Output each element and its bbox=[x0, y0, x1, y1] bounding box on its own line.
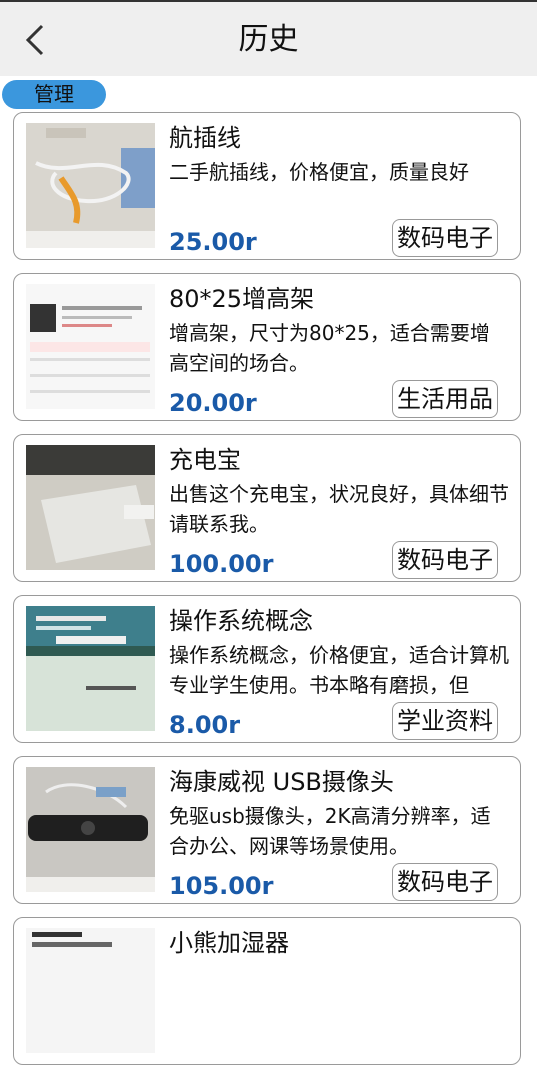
item-price: 25.00r bbox=[169, 228, 257, 256]
category-tag[interactable]: 学业资料 bbox=[392, 702, 498, 740]
item-name: 80*25增高架 bbox=[169, 285, 315, 313]
item-desc: 免驱usb摄像头，2K高清分辨率，适合办公、网课等场景使用。 bbox=[169, 804, 491, 858]
item-desc: 操作系统概念，价格便宜，适合计算机专业学生使用。书本略有磨损，但 bbox=[169, 643, 509, 697]
page-title: 历史 bbox=[238, 22, 299, 57]
item-image bbox=[26, 767, 155, 892]
item-desc: 二手航插线，价格便宜，质量良好 bbox=[169, 160, 469, 184]
item-price: 20.00r bbox=[169, 389, 257, 417]
item-name: 航插线 bbox=[169, 124, 241, 152]
item-image bbox=[26, 928, 155, 1053]
item-name: 小熊加湿器 bbox=[169, 929, 289, 957]
manage-button[interactable]: 管理 bbox=[2, 80, 106, 109]
list-item[interactable]: 海康威视 USB摄像头 免驱usb摄像头，2K高清分辨率，适合办公、网课等场景使… bbox=[13, 756, 521, 904]
list-item[interactable]: 航插线 二手航插线，价格便宜，质量良好 25.00r 数码电子 bbox=[13, 112, 521, 260]
item-price: 105.00r bbox=[169, 872, 274, 900]
category-tag[interactable]: 数码电子 bbox=[392, 541, 498, 579]
item-image bbox=[26, 606, 155, 731]
item-image bbox=[26, 123, 155, 248]
item-desc: 增高架，尺寸为80*25，适合需要增高空间的场合。 bbox=[169, 321, 490, 375]
history-list: 航插线 二手航插线，价格便宜，质量良好 25.00r 数码电子 80*25增高架… bbox=[13, 112, 521, 1078]
item-price: 8.00r bbox=[169, 711, 241, 739]
top-bar: 历史 bbox=[0, 0, 537, 76]
item-desc: 出售这个充电宝，状况良好，具体细节请联系我。 bbox=[169, 482, 509, 536]
item-image bbox=[26, 445, 155, 570]
item-price: 100.00r bbox=[169, 550, 274, 578]
item-name: 海康威视 USB摄像头 bbox=[169, 768, 394, 796]
list-item[interactable]: 充电宝 出售这个充电宝，状况良好，具体细节请联系我。 100.00r 数码电子 bbox=[13, 434, 521, 582]
item-name: 充电宝 bbox=[169, 446, 241, 474]
item-image bbox=[26, 284, 155, 409]
list-item[interactable]: 80*25增高架 增高架，尺寸为80*25，适合需要增高空间的场合。 20.00… bbox=[13, 273, 521, 421]
item-name: 操作系统概念 bbox=[169, 607, 313, 635]
category-tag[interactable]: 数码电子 bbox=[392, 219, 498, 257]
list-item[interactable]: 操作系统概念 操作系统概念，价格便宜，适合计算机专业学生使用。书本略有磨损，但 … bbox=[13, 595, 521, 743]
category-tag[interactable]: 生活用品 bbox=[392, 380, 498, 418]
list-item[interactable]: 小熊加湿器 bbox=[13, 917, 521, 1065]
category-tag[interactable]: 数码电子 bbox=[392, 863, 498, 901]
